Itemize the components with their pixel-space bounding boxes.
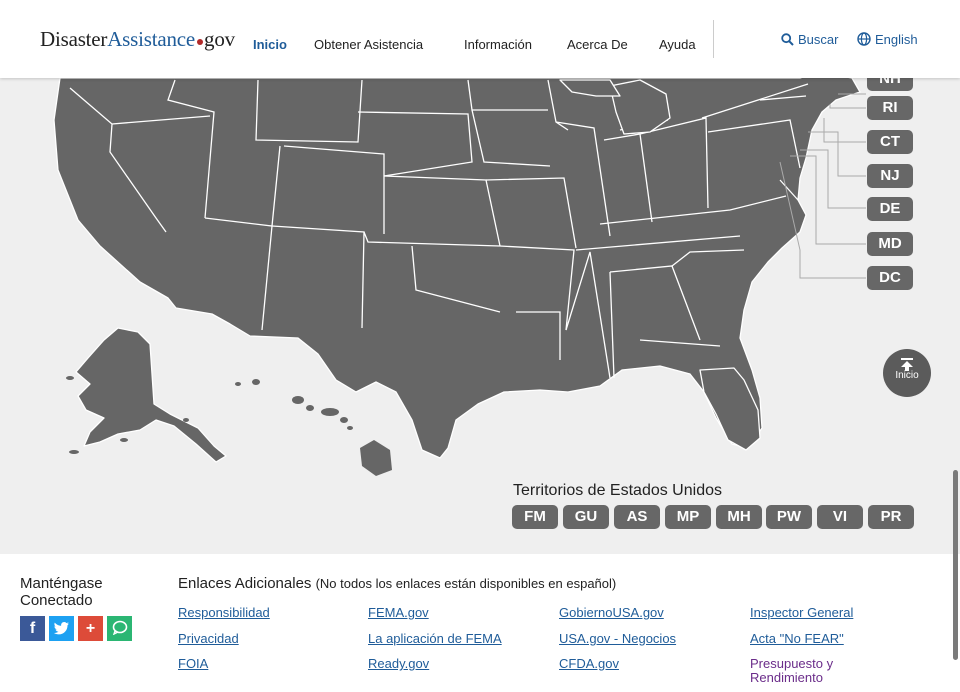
globe-icon	[857, 32, 871, 46]
links-title-text: Enlaces Adicionales	[178, 575, 312, 592]
back-to-top-label: Inicio	[895, 370, 919, 381]
language-link[interactable]: English	[857, 32, 918, 47]
footer-link-inspector-general[interactable]: Inspector General	[750, 606, 853, 620]
connect-title: Manténgase Conectado	[20, 575, 103, 609]
territory-button-mh[interactable]: MH	[716, 505, 762, 529]
search-link[interactable]: Buscar	[781, 32, 838, 47]
search-icon	[781, 33, 794, 46]
us-map	[53, 78, 866, 476]
twitter-icon[interactable]	[49, 616, 74, 641]
nav-divider	[713, 20, 714, 58]
logo-text-assistance: Assistance	[107, 27, 196, 51]
state-button-de[interactable]: DE	[867, 197, 913, 221]
territory-button-gu[interactable]: GU	[563, 505, 609, 529]
site-logo[interactable]: DisasterAssistance gov	[40, 27, 235, 52]
search-label: Buscar	[798, 32, 839, 47]
logo-text-gov: gov	[204, 27, 235, 51]
territories-title: Territorios de Estados Unidos	[513, 482, 722, 499]
footer-link-cfda-gov[interactable]: CFDA.gov	[559, 657, 619, 671]
footer-link-no-fear-act[interactable]: Acta "No FEAR"	[750, 632, 844, 646]
footer-link-presupuesto[interactable]: Presupuesto y Rendimiento	[750, 657, 870, 685]
links-note: (No todos los enlaces están disponibles …	[315, 576, 617, 591]
territory-button-fm[interactable]: FM	[512, 505, 558, 529]
site-footer: Manténgase Conectado f + Enlaces Adiciona…	[0, 554, 960, 692]
territory-button-as[interactable]: AS	[614, 505, 660, 529]
footer-link-gobiernousa[interactable]: GobiernoUSA.gov	[559, 606, 664, 620]
google-plus-icon[interactable]: +	[78, 616, 103, 641]
social-links: f +	[20, 616, 136, 641]
chat-icon[interactable]	[107, 616, 132, 641]
footer-link-foia[interactable]: FOIA	[178, 657, 208, 671]
state-button-ct[interactable]: CT	[867, 130, 913, 154]
footer-link-usa-gov-negocios[interactable]: USA.gov - Negocios	[559, 632, 676, 646]
site-header: DisasterAssistance gov Inicio Obtener Asi…	[0, 0, 960, 78]
footer-link-privacidad[interactable]: Privacidad	[178, 632, 239, 646]
facebook-icon[interactable]: f	[20, 616, 45, 641]
state-button-nh[interactable]: NH	[867, 78, 913, 91]
us-map-area: NH RI CT NJ DE MD DC Inicio Territorios …	[0, 78, 960, 554]
logo-dot-icon	[197, 39, 204, 45]
map-alaska[interactable]	[75, 327, 227, 463]
additional-links-title: Enlaces Adicionales (No todos los enlace…	[178, 575, 616, 592]
state-button-ri[interactable]: RI	[867, 96, 913, 120]
footer-link-responsibilidad[interactable]: Responsibilidad	[178, 606, 270, 620]
state-button-dc[interactable]: DC	[867, 266, 913, 290]
nav-item-informacion[interactable]: Información	[464, 37, 532, 52]
logo-text-disaster: Disaster	[40, 27, 108, 51]
nav-item-obtener-asistencia[interactable]: Obtener Asistencia	[314, 37, 423, 52]
nav-item-ayuda[interactable]: Ayuda	[659, 37, 696, 52]
territory-button-pw[interactable]: PW	[766, 505, 812, 529]
territory-button-pr[interactable]: PR	[868, 505, 914, 529]
nav-item-acerca-de[interactable]: Acerca De	[567, 37, 628, 52]
territory-button-vi[interactable]: VI	[817, 505, 863, 529]
page-scrollbar[interactable]	[953, 470, 958, 660]
territory-button-mp[interactable]: MP	[665, 505, 711, 529]
footer-link-fema-gov[interactable]: FEMA.gov	[368, 606, 429, 620]
back-to-top-button[interactable]: Inicio	[883, 349, 931, 397]
footer-link-fema-app[interactable]: La aplicación de FEMA	[368, 632, 502, 646]
map-hawaii[interactable]	[292, 396, 392, 476]
state-button-nj[interactable]: NJ	[867, 164, 913, 188]
language-label: English	[875, 32, 918, 47]
state-button-md[interactable]: MD	[867, 232, 913, 256]
footer-link-ready-gov[interactable]: Ready.gov	[368, 657, 429, 671]
nav-item-inicio[interactable]: Inicio	[253, 37, 287, 52]
